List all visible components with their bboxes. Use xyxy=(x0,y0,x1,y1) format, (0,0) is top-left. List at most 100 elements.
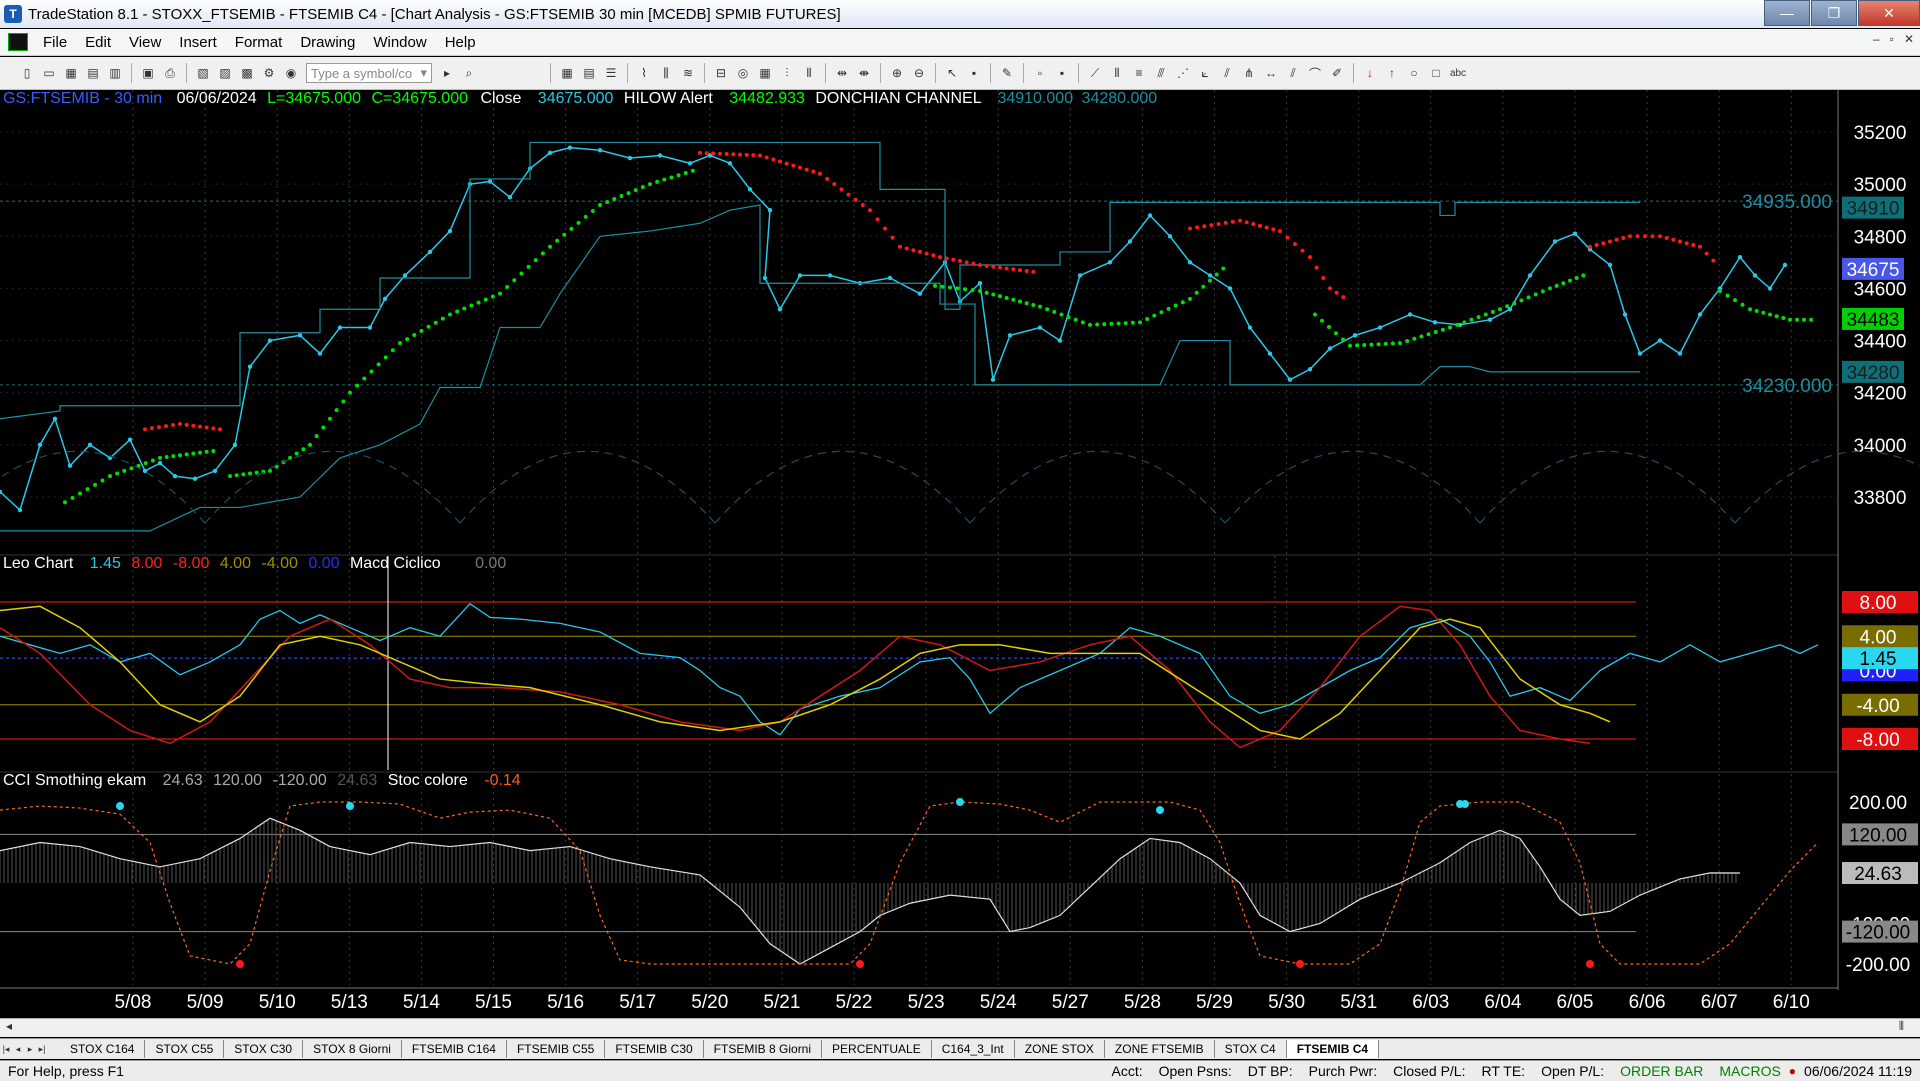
mdi-restore-icon[interactable]: ▫ xyxy=(1890,32,1894,46)
maximize-button[interactable]: ❐ xyxy=(1811,0,1857,26)
ellipse-icon[interactable]: ○ xyxy=(1405,64,1423,82)
new-icon[interactable]: ▯ xyxy=(18,64,36,82)
trendline-icon[interactable]: ⟋ xyxy=(1086,64,1104,82)
price-point xyxy=(1697,312,1703,317)
menu-view[interactable]: View xyxy=(120,34,170,51)
close-button[interactable]: ✕ xyxy=(1858,0,1920,26)
chevron-down-icon[interactable]: ▾ xyxy=(420,65,427,81)
tab-c164-3-int[interactable]: C164_3_Int xyxy=(932,1040,1015,1058)
open-folder-icon[interactable]: ▥ xyxy=(106,64,124,82)
matrix-icon[interactable]: ▦ xyxy=(756,64,774,82)
speed-lines-icon[interactable]: ⫽ xyxy=(1218,64,1236,82)
scroll-left-icon[interactable]: ◂ xyxy=(6,1019,12,1033)
hilow-down-dot xyxy=(1678,239,1682,244)
symbol-input[interactable]: Type a symbol/co ▾ xyxy=(306,63,432,83)
text-icon[interactable]: abc xyxy=(1449,64,1467,82)
properties-icon[interactable]: ▨ xyxy=(216,64,234,82)
menu-drawing[interactable]: Drawing xyxy=(291,34,364,51)
mdi-close-icon[interactable]: ✕ xyxy=(1904,32,1914,46)
tab-ftsemib-c30[interactable]: FTSEMIB C30 xyxy=(605,1040,704,1058)
minimize-button[interactable]: — xyxy=(1764,0,1810,26)
channel-icon[interactable]: ⫻ xyxy=(1152,64,1170,82)
menu-edit[interactable]: Edit xyxy=(76,34,120,51)
chart-area[interactable]: 35200 35000 34800 34600 34400 34200 34000 33800… xyxy=(0,90,1920,1026)
tab-stox-c164[interactable]: STOX C164 xyxy=(60,1040,146,1058)
chart-line-icon[interactable]: ⌇ xyxy=(635,64,653,82)
tick-icon[interactable]: ⫶ xyxy=(778,64,796,82)
arrow-up-icon[interactable]: ↓ xyxy=(1361,64,1379,82)
show-icon[interactable]: ▪ xyxy=(1053,64,1071,82)
tab-stox-c30[interactable]: STOX C30 xyxy=(224,1040,304,1058)
tab-next-icon[interactable]: ▸ xyxy=(24,1044,36,1055)
tab-zone-ftsemib[interactable]: ZONE FTSEMIB xyxy=(1105,1040,1215,1058)
tab-stox-c55[interactable]: STOX C55 xyxy=(145,1040,225,1058)
lock-icon[interactable]: ▩ xyxy=(238,64,256,82)
hilow-up-dot xyxy=(555,238,560,243)
scroll-thumb-icon[interactable]: ⦀ xyxy=(1899,1019,1904,1034)
hide-icon[interactable]: ▫ xyxy=(1031,64,1049,82)
list-icon[interactable]: ☰ xyxy=(602,64,620,82)
menu-help[interactable]: Help xyxy=(436,34,485,51)
chart-bar-icon[interactable]: ⫼ xyxy=(657,64,675,82)
tab-percentuale[interactable]: PERCENTUALE xyxy=(822,1040,932,1058)
hilow-up-dot xyxy=(1440,327,1445,332)
save-icon[interactable]: ▣ xyxy=(139,64,157,82)
tab-prev-icon[interactable]: ◂ xyxy=(12,1044,24,1055)
status-macros[interactable]: MACROS xyxy=(1711,1063,1788,1079)
arrow-right-icon[interactable]: ▸ xyxy=(438,64,456,82)
horizontal-scrollbar[interactable]: ◂ ⦀ xyxy=(0,1018,1920,1037)
print-icon[interactable]: ⎙ xyxy=(161,64,179,82)
expand-icon[interactable]: ⇹ xyxy=(833,64,851,82)
horizontal-lines-icon[interactable]: ≡ xyxy=(1130,64,1148,82)
hilow-up-dot xyxy=(1512,301,1517,306)
gann-icon[interactable]: ⟀ xyxy=(1196,64,1214,82)
zoom-out-icon[interactable]: ⊖ xyxy=(910,64,928,82)
tab-first-icon[interactable]: |◂ xyxy=(0,1044,12,1055)
gear-icon[interactable]: ⚙ xyxy=(260,64,278,82)
fib-icon[interactable]: ⋰ xyxy=(1174,64,1192,82)
bar-icon[interactable]: ⫴ xyxy=(800,64,818,82)
chart-doc-icon[interactable] xyxy=(8,33,28,51)
tab-ftsemib-c4[interactable]: FTSEMIB C4 xyxy=(1286,1040,1380,1058)
hilow-up-dot xyxy=(191,451,196,456)
open-icon[interactable]: ▤ xyxy=(84,64,102,82)
table-icon[interactable]: ▤ xyxy=(580,64,598,82)
grid-icon[interactable]: ▦ xyxy=(558,64,576,82)
tab-last-icon[interactable]: ▸| xyxy=(36,1044,48,1055)
format-icon[interactable]: ▧ xyxy=(194,64,212,82)
data-window-icon[interactable]: ▪ xyxy=(965,64,983,82)
price-point xyxy=(67,463,73,468)
tab-ftsemib-c55[interactable]: FTSEMIB C55 xyxy=(507,1040,606,1058)
tab-zone-stox[interactable]: ZONE STOX xyxy=(1015,1040,1105,1058)
globe-icon[interactable]: ◉ xyxy=(282,64,300,82)
hilow-up-dot xyxy=(1795,317,1799,322)
arrow-down-icon[interactable]: ↑ xyxy=(1383,64,1401,82)
menu-insert[interactable]: Insert xyxy=(170,34,226,51)
tab-ftsemib-c164[interactable]: FTSEMIB C164 xyxy=(402,1040,507,1058)
menu-format[interactable]: Format xyxy=(226,34,292,51)
menu-file[interactable]: File xyxy=(34,34,76,51)
new-workspace-icon[interactable]: ▦ xyxy=(62,64,80,82)
tools-icon[interactable]: ✎ xyxy=(998,64,1016,82)
new-window-icon[interactable]: ▭ xyxy=(40,64,58,82)
tab-ftsemib-8-giorni[interactable]: FTSEMIB 8 Giorni xyxy=(704,1040,823,1058)
scanner-icon[interactable]: ⊟ xyxy=(712,64,730,82)
tab-stox-8-giorni[interactable]: STOX 8 Giorni xyxy=(303,1040,402,1058)
status-order-bar[interactable]: ORDER BAR xyxy=(1612,1063,1711,1079)
menu-window[interactable]: Window xyxy=(364,34,435,51)
chart-type-icon[interactable]: ≋ xyxy=(679,64,697,82)
rectangle-icon[interactable]: □ xyxy=(1427,64,1445,82)
pointer-icon[interactable]: ↖ xyxy=(943,64,961,82)
andrews-icon[interactable]: ⋔ xyxy=(1240,64,1258,82)
arrow-both-icon[interactable]: ↔ xyxy=(1262,64,1280,82)
pencil-icon[interactable]: ✐ xyxy=(1328,64,1346,82)
mdi-minimize-icon[interactable]: – xyxy=(1873,32,1880,46)
zoom-in-icon[interactable]: ⊕ xyxy=(888,64,906,82)
parallel-icon[interactable]: ⫽ xyxy=(1284,64,1302,82)
vertical-lines-icon[interactable]: ⦀ xyxy=(1108,64,1126,82)
find-icon[interactable]: ⌕ xyxy=(460,64,478,82)
compress-icon[interactable]: ⇼ xyxy=(855,64,873,82)
tab-stox-c4[interactable]: STOX C4 xyxy=(1215,1040,1287,1058)
arc-icon[interactable]: ⌒ xyxy=(1306,64,1324,82)
radar-icon[interactable]: ◎ xyxy=(734,64,752,82)
